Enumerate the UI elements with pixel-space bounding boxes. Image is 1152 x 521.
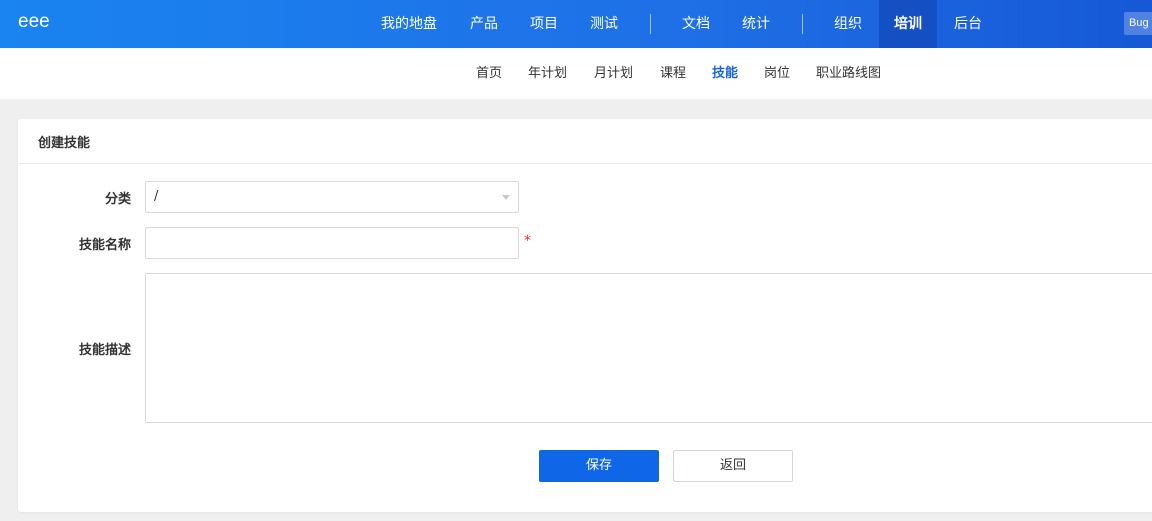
subnav-career-roadmap[interactable]: 职业路线图 [816,48,881,99]
skill-name-label: 技能名称 [78,238,131,253]
sub-navbar: 首页 年计划 月计划 课程 技能 岗位 职业路线图 [0,48,1152,99]
top-navbar: eee 我的地盘 产品 项目 测试 文档 统计 组织 培训 后台 Bug [0,0,1152,48]
nav-organization[interactable]: 组织 [819,0,877,48]
nav-admin[interactable]: 后台 [939,0,997,48]
save-button[interactable]: 保存 [539,450,659,482]
required-asterisk: * [524,233,531,249]
nav-my-dashboard[interactable]: 我的地盘 [365,0,453,48]
nav-training[interactable]: 培训 [879,0,937,48]
subnav-position[interactable]: 岗位 [764,48,790,99]
skill-description-label: 技能描述 [78,343,131,358]
panel-title: 创建技能 [38,136,91,151]
nav-separator [650,14,651,34]
brand-logo[interactable]: eee [18,11,50,33]
bug-badge[interactable]: Bug [1124,12,1152,35]
back-button[interactable]: 返回 [673,450,793,482]
subnav-skill[interactable]: 技能 [712,48,738,99]
chevron-down-icon [502,195,510,200]
nav-product[interactable]: 产品 [455,0,513,48]
nav-stats[interactable]: 统计 [727,0,785,48]
subnav-year-plan[interactable]: 年计划 [528,48,567,99]
category-label: 分类 [104,192,131,207]
nav-project[interactable]: 项目 [515,0,573,48]
subnav-home[interactable]: 首页 [476,48,502,99]
nav-separator [802,14,803,34]
skill-description-textarea[interactable] [145,273,1152,423]
category-select[interactable]: / [145,181,519,213]
category-selected-value: / [154,189,159,204]
nav-docs[interactable]: 文档 [667,0,725,48]
subnav-course[interactable]: 课程 [660,48,686,99]
nav-test[interactable]: 测试 [575,0,633,48]
subnav-month-plan[interactable]: 月计划 [594,48,633,99]
skill-name-input[interactable] [145,227,519,259]
panel-divider [18,163,1152,164]
create-skill-panel: 创建技能 分类 / 技能名称 * 技能描述 保存 返回 [18,119,1152,512]
